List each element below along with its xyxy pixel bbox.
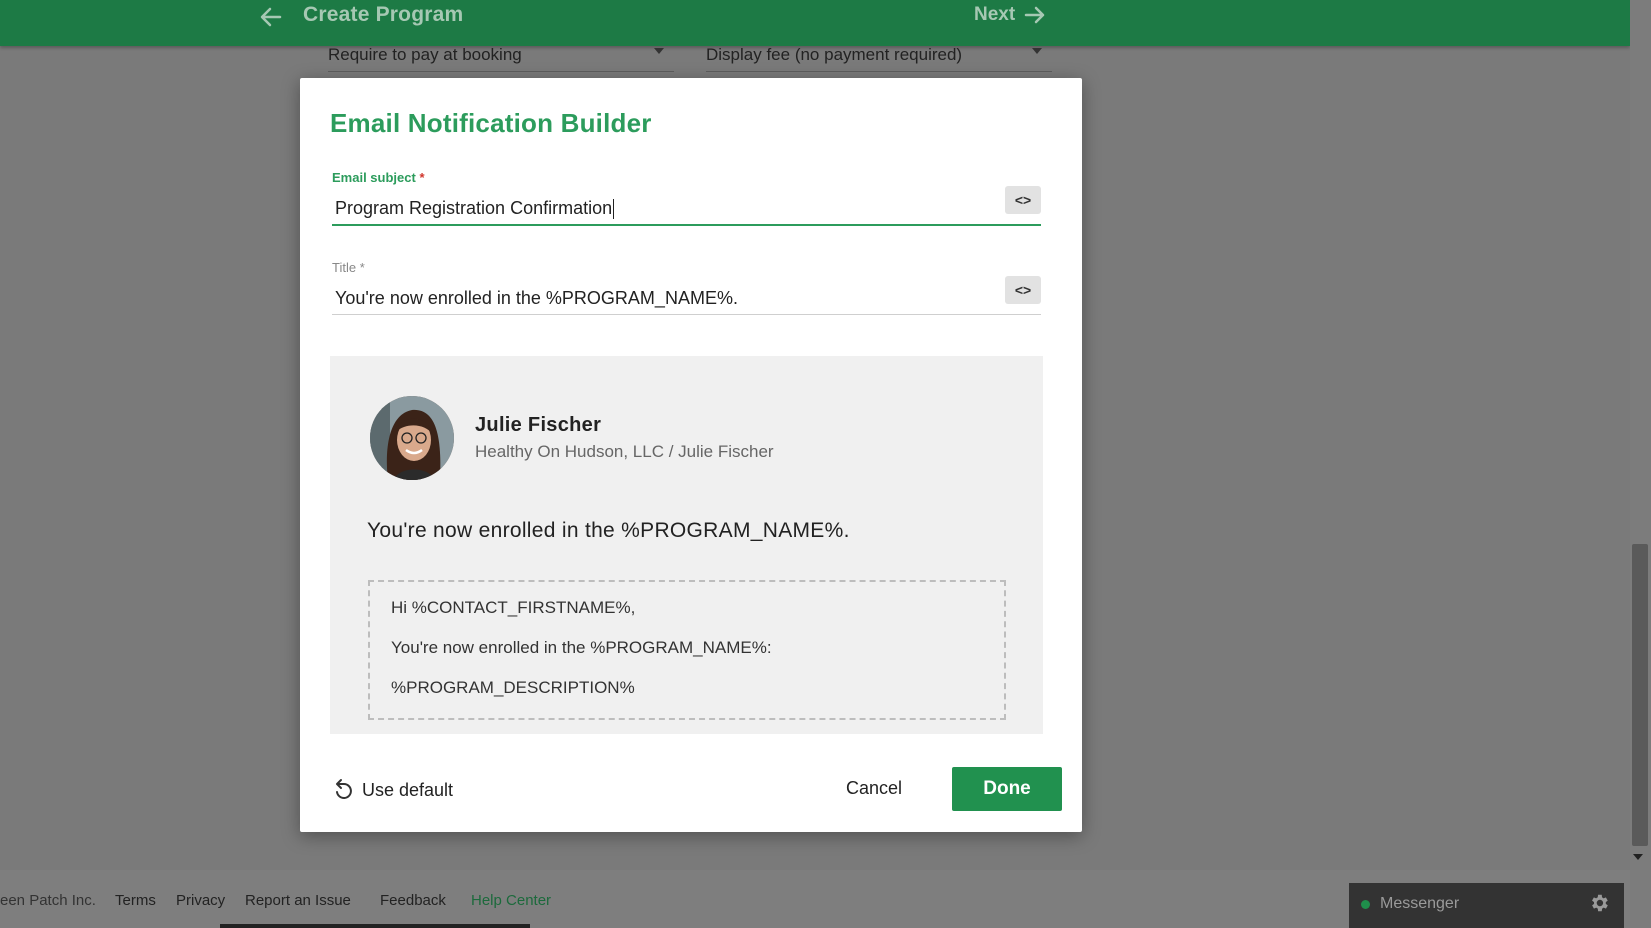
app-header: Create Program Next: [0, 0, 1630, 46]
email-subject-label: Email subject *: [332, 170, 425, 185]
use-default-button[interactable]: Use default: [332, 778, 453, 802]
cancel-button[interactable]: Cancel: [846, 778, 902, 799]
scrollbar-thumb[interactable]: [1632, 544, 1648, 846]
field-underline: [332, 314, 1041, 315]
preview-heading: You're now enrolled in the %PROGRAM_NAME…: [367, 519, 850, 542]
email-builder-dialog: Email Notification Builder Email subject…: [300, 78, 1082, 832]
undo-icon: [336, 779, 352, 799]
fee-select[interactable]: Display fee (no payment required): [706, 44, 1052, 72]
payment-select[interactable]: Require to pay at booking: [328, 44, 674, 72]
text-cursor: [613, 199, 615, 220]
title-field[interactable]: Title * You're now enrolled in the %PROG…: [332, 260, 1041, 316]
required-mark: *: [359, 260, 365, 275]
field-underline: [332, 224, 1041, 226]
email-body-editor[interactable]: Hi %CONTACT_FIRSTNAME%, You're now enrol…: [368, 580, 1006, 720]
chevron-down-icon: [1032, 48, 1042, 54]
body-line: %PROGRAM_DESCRIPTION%: [391, 678, 635, 697]
footer-link-terms[interactable]: Terms: [115, 892, 156, 909]
title-label: Title *: [332, 260, 365, 275]
email-subject-value: Program Registration Confirmation: [335, 198, 613, 218]
fee-select-value: Display fee (no payment required): [706, 45, 963, 64]
back-arrow-icon[interactable]: [258, 4, 286, 32]
next-label: Next: [974, 4, 1016, 25]
code-icon[interactable]: <>: [1005, 186, 1041, 214]
avatar: [370, 396, 454, 480]
next-button[interactable]: Next: [974, 3, 1047, 27]
payment-select-value: Require to pay at booking: [328, 45, 522, 64]
page-title: Create Program: [303, 3, 464, 26]
title-input[interactable]: You're now enrolled in the %PROGRAM_NAME…: [335, 288, 738, 309]
next-arrow-icon: [1024, 6, 1045, 24]
footer-link-report-issue[interactable]: Report an Issue: [245, 892, 351, 909]
email-subject-field[interactable]: Email subject * Program Registration Con…: [332, 170, 1041, 226]
footer-link-feedback[interactable]: Feedback: [380, 892, 446, 909]
gear-icon[interactable]: [1588, 892, 1610, 914]
code-icon[interactable]: <>: [1005, 276, 1041, 304]
email-subject-label-text: Email subject: [332, 170, 416, 185]
required-mark: *: [419, 170, 425, 185]
email-subject-input[interactable]: Program Registration Confirmation: [335, 198, 615, 220]
sender-org: Healthy On Hudson, LLC / Julie Fischer: [475, 442, 774, 461]
email-preview: Julie Fischer Healthy On Hudson, LLC / J…: [330, 356, 1043, 734]
sender-name: Julie Fischer: [475, 414, 602, 436]
body-line: Hi %CONTACT_FIRSTNAME%,: [391, 598, 636, 617]
messenger-label: Messenger: [1380, 895, 1460, 912]
messenger-widget[interactable]: Messenger: [1349, 883, 1624, 928]
dialog-title: Email Notification Builder: [330, 108, 652, 138]
chevron-down-icon: [654, 48, 664, 54]
status-dot-icon: [1361, 900, 1370, 909]
use-default-label: Use default: [362, 779, 454, 800]
footer-link-help-center[interactable]: Help Center: [471, 892, 551, 909]
taskbar-strip: [220, 924, 530, 928]
title-label-text: Title: [332, 260, 357, 275]
scroll-down-icon[interactable]: [1633, 854, 1643, 860]
footer-copyright: een Patch Inc.: [0, 892, 96, 909]
done-button[interactable]: Done: [952, 767, 1062, 811]
footer-link-privacy[interactable]: Privacy: [176, 892, 225, 909]
body-line: You're now enrolled in the %PROGRAM_NAME…: [391, 638, 772, 657]
